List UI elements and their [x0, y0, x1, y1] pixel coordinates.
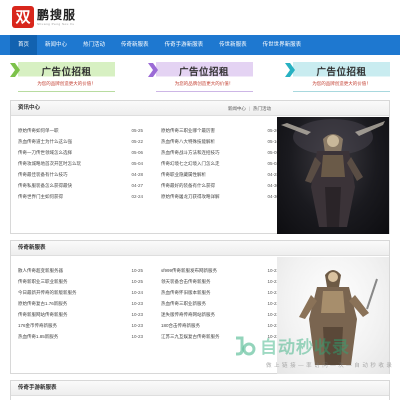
list-item[interactable]: 散人传奇超变新服务器 10-25 — [18, 265, 143, 276]
nav-item-legend-servers[interactable]: 传奇新服表 — [113, 35, 157, 55]
ad-banner-purple[interactable]: 广告位招租 为您的品牌创造更大的价值！ — [147, 62, 253, 92]
list-item[interactable]: 热血传奇三职业新服务 10-23 — [161, 298, 279, 309]
list-item[interactable]: 传奇一刀传世领域怎么选择 05-06 — [18, 147, 143, 158]
panel-title: 传奇手游新服表 — [18, 385, 57, 391]
watermark-text: 自动秒收录 — [260, 338, 350, 358]
site-header: 双 鹏搜服 Shuang Peng Sou Fu — [0, 0, 400, 34]
mobile-server-panel: 传奇手游新服表 — [10, 380, 390, 400]
ad-banner-teal[interactable]: 广告位招租 为您的品牌创造更大的价值！ — [285, 62, 390, 92]
list-item[interactable]: 传奇攻城略地首次开区时怎么玩 05-04 — [18, 158, 143, 169]
list-item[interactable]: 176金币传奇新服务 10-23 — [18, 320, 143, 331]
watermark-overlay: 自动秒收录 做 上 链 接 — 率 访 问 — 次 — 自 动 秒 收 录 — [232, 333, 392, 379]
ad-subtitle: 为您的品牌创造更大的价值！ — [174, 81, 234, 86]
warrior-illustration — [281, 119, 385, 227]
panel-title: 传奇新服表 — [18, 245, 46, 251]
news-list-right: 原始传奇三职业哪个最厉害 05-20 热血传奇八大特殊技能解析 05-16 热血传奇… — [161, 125, 279, 202]
list-item[interactable]: 热血传奇1.85新服务 10-23 — [18, 331, 143, 342]
ad-banner-green[interactable]: 广告位招租 为您的品牌创造更大的价值！ — [10, 62, 115, 92]
news-panel: 资讯中心 新闻中心 | 热门活动 原始传奇如何单一职 05-25 热血传奇道士为什… — [10, 100, 390, 234]
chevron-right-icon — [285, 63, 295, 77]
ad-subtitle: 为您的品牌创造更大的价值！ — [312, 81, 371, 86]
list-item[interactable]: 传奇幻境七之幻境入门怎么走 05-03 — [161, 158, 279, 169]
list-item[interactable]: 传奇新服网站传奇新服务 10-23 — [18, 309, 143, 320]
nav-item-world2-servers[interactable]: 传世世界新服表 — [255, 35, 310, 55]
list-item[interactable]: 传奇私服装备怎么获得最快 04-27 — [18, 180, 143, 191]
list-item[interactable]: 传奇最佳装备有什么技巧 04-28 — [18, 169, 143, 180]
nav-item-home[interactable]: 首页 — [10, 35, 38, 55]
list-item[interactable]: 热血传奇八大特殊技能解析 05-16 — [161, 136, 279, 147]
panel-header: 资讯中心 新闻中心 | 热门活动 — [11, 101, 389, 116]
list-item[interactable]: 热血传奇道士为什么这么强 05-22 — [18, 136, 143, 147]
news-list-left: 原始传奇如何单一职 05-25 热血传奇道士为什么这么强 05-22 传奇一刀传世领… — [18, 125, 143, 202]
server-list-right: sf999传奇新服发布网新服务 10-23 领天装备合击传奇新服务 10-23 热血… — [161, 265, 279, 342]
list-item[interactable]: 原始传奇三职业哪个最厉害 05-20 — [161, 125, 279, 136]
site-logo[interactable]: 双 鹏搜服 Shuang Peng Sou Fu — [12, 4, 76, 30]
ad-row: 广告位招租 为您的品牌创造更大的价值！ 广告位招租 为您的品牌创造更大的价值！ … — [10, 62, 390, 94]
list-item[interactable]: 传奇最好的装备有什么获得 04-30 — [161, 180, 279, 191]
list-item[interactable]: 原始传奇屠龙刀获得攻略详解 04-30 — [161, 191, 279, 202]
nav-item-world-servers[interactable]: 传世新服表 — [211, 35, 255, 55]
list-item[interactable]: 180合击传奇新服务 10-23 — [161, 320, 279, 331]
watermark-subtext: 做 上 链 接 — 率 访 问 — 次 — 自 动 秒 收 录 — [266, 363, 393, 369]
list-item[interactable]: 原始传奇如何单一职 05-25 — [18, 125, 143, 136]
nav-item-events[interactable]: 热门活动 — [75, 35, 113, 55]
ad-subtitle: 为您的品牌创造更大的价值！ — [37, 81, 96, 86]
panel-title: 资讯中心 — [18, 105, 41, 111]
chevron-right-icon — [10, 63, 20, 77]
list-item[interactable]: 领天装备合击传奇新服务 10-23 — [161, 276, 279, 287]
list-item[interactable]: 原始传奇复古1.76新服务 10-23 — [18, 298, 143, 309]
list-item[interactable]: 迷失版传奇传奇网站新服务 10-23 — [161, 309, 279, 320]
server-lists: 散人传奇超变新服务器 10-25 传奇新职业三职业新服务 10-25 今日最新开传奇… — [18, 265, 279, 342]
logo-text: 鹏搜服 Shuang Peng Sou Fu — [37, 7, 77, 26]
nav-item-mobile-servers[interactable]: 传奇手游新服表 — [157, 35, 212, 55]
hero-warrior-image[interactable] — [277, 117, 389, 234]
tab-events[interactable]: 热门活动 — [253, 101, 271, 116]
ad-title: 广告位招租 — [41, 67, 92, 78]
chevron-right-icon — [147, 63, 158, 77]
ad-title: 广告位招租 — [178, 67, 229, 78]
logo-name: 鹏搜服 — [37, 7, 77, 22]
list-item[interactable]: 热血传奇战斗方法和连招技巧 05-05 — [161, 147, 279, 158]
list-item[interactable]: sf999传奇新服发布网新服务 10-23 — [161, 265, 279, 276]
ad-title: 广告位招租 — [316, 67, 367, 78]
nav-item-news[interactable]: 新闻中心 — [37, 35, 75, 55]
logo-mark: 双 — [12, 6, 34, 28]
panel-tabs: 新闻中心 | 热门活动 — [228, 101, 271, 116]
news-lists: 原始传奇如何单一职 05-25 热血传奇道士为什么这么强 05-22 传奇一刀传世领… — [18, 125, 279, 202]
main-nav: 首页 新闻中心 热门活动 传奇新服表 传奇手游新服表 传世新服表 传世世界新服表 — [0, 35, 400, 55]
logo-subtitle: Shuang Peng Sou Fu — [37, 21, 75, 26]
list-item[interactable]: 传奇世界门主如何获得 02-24 — [18, 191, 143, 202]
list-item[interactable]: 传奇职业隐藏属性解析 04-28 — [161, 169, 279, 180]
panel-header: 传奇新服表 — [11, 241, 389, 256]
list-item[interactable]: 热血传奇怀旧版本新服务 10-23 — [161, 287, 279, 298]
list-item[interactable]: 传奇新职业三职业新服务 10-25 — [18, 276, 143, 287]
tab-news[interactable]: 新闻中心 — [228, 101, 246, 116]
watermark-logo-icon — [236, 336, 256, 355]
panel-header: 传奇手游新服表 — [11, 381, 389, 396]
server-list-left: 散人传奇超变新服务器 10-25 传奇新职业三职业新服务 10-25 今日最新开传奇… — [18, 265, 143, 342]
list-item[interactable]: 今日最新开传奇的新版新服务 10-24 — [18, 287, 143, 298]
